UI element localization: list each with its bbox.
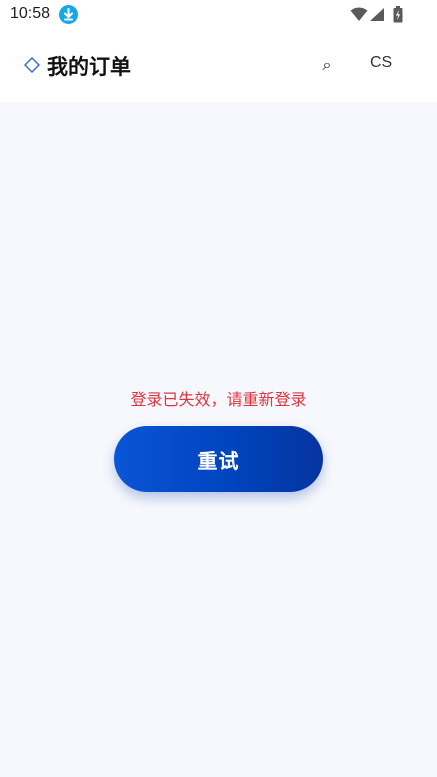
customer-service-button[interactable]: CS	[370, 54, 392, 72]
status-bar: 10:58	[0, 0, 437, 30]
error-message: 登录已失效，请重新登录	[130, 390, 307, 409]
signal-icon	[369, 7, 385, 26]
search-icon: ⌕	[322, 55, 332, 74]
search-button[interactable]: ⌕	[314, 52, 340, 78]
battery-icon	[393, 6, 403, 27]
retry-button[interactable]: 重试	[114, 426, 323, 492]
download-icon	[59, 5, 78, 24]
page-title: 我的订单	[47, 55, 131, 79]
retry-button-label: 重试	[197, 448, 240, 473]
diamond-icon	[23, 56, 41, 74]
wifi-icon	[350, 7, 368, 26]
app-header: 我的订单 ⌕ CS	[0, 30, 437, 102]
status-time: 10:58	[10, 5, 51, 22]
